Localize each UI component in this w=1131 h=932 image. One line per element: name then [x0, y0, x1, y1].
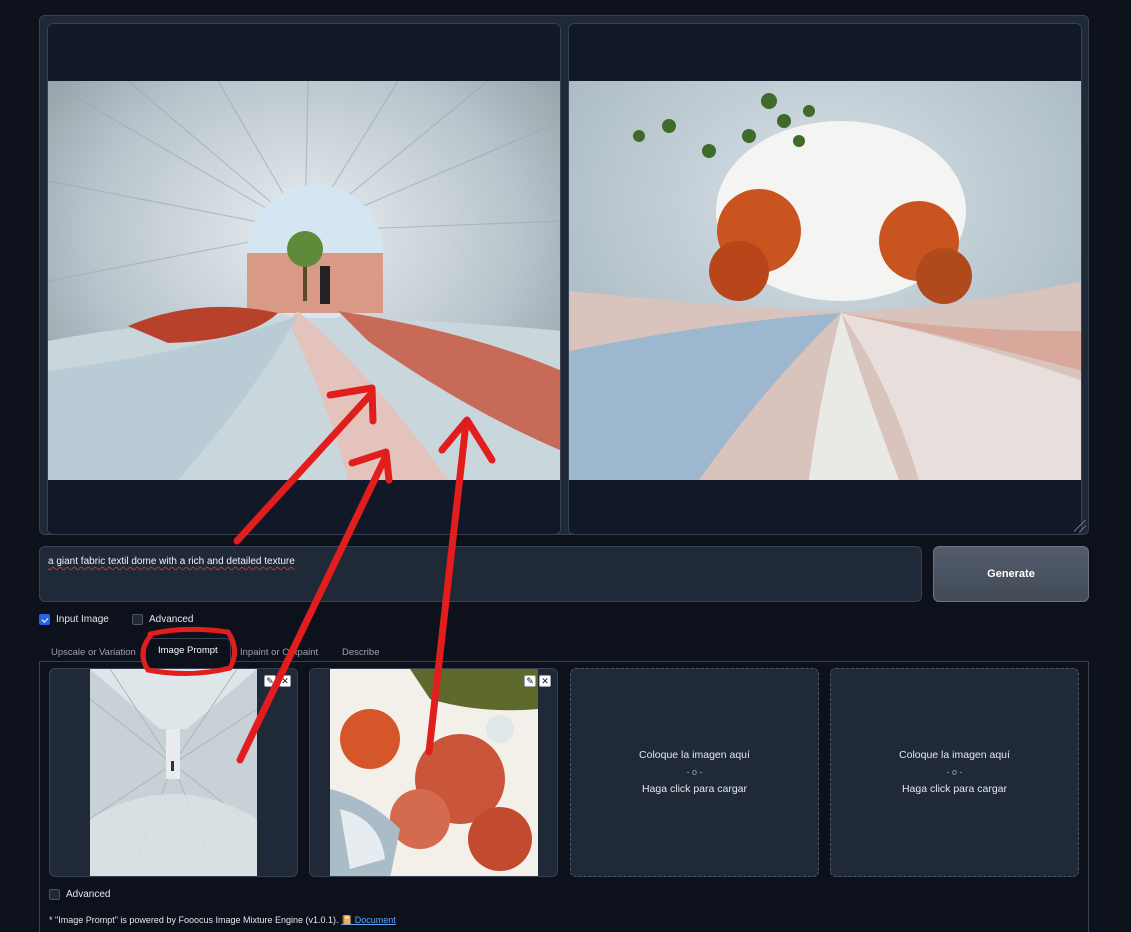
- gallery-item-1[interactable]: [47, 23, 561, 535]
- image-prompt-slot-1[interactable]: ✎ ✕: [49, 668, 298, 877]
- image-prompt-advanced-toggle[interactable]: Advanced: [49, 889, 110, 900]
- output-gallery: [39, 15, 1089, 535]
- image-prompt-advanced-checkbox[interactable]: [49, 889, 60, 900]
- upload-or-text: - o -: [946, 767, 963, 777]
- upload-or-text: - o -: [686, 767, 703, 777]
- image-prompt-slot-3[interactable]: Coloque la imagen aquí - o - Haga click …: [570, 668, 819, 877]
- input-tabs: Upscale or Variation Image Prompt Inpain…: [39, 638, 1089, 662]
- document-link[interactable]: 📔 Document: [341, 915, 396, 925]
- upload-click-text: Haga click para cargar: [641, 783, 748, 795]
- image-prompt-slot-4[interactable]: Coloque la imagen aquí - o - Haga click …: [830, 668, 1079, 877]
- fabric-dome-render-2: [569, 81, 1081, 480]
- advanced-label: Advanced: [149, 614, 194, 625]
- input-image-toggle[interactable]: Input Image: [39, 614, 109, 625]
- input-image-checkbox[interactable]: [39, 614, 50, 625]
- prompt-input[interactable]: a giant fabric textil dome with a rich a…: [39, 546, 922, 602]
- fooocus-app: a giant fabric textil dome with a rich a…: [0, 0, 1131, 932]
- pencil-icon[interactable]: ✎: [264, 675, 276, 687]
- slot-1-image: [89, 669, 258, 876]
- fabric-dome-render-1: [48, 81, 560, 480]
- upload-drop-text: Coloque la imagen aquí: [899, 749, 1010, 761]
- generate-button[interactable]: Generate: [933, 546, 1089, 602]
- image-prompt-footnote: * "Image Prompt" is powered by Fooocus I…: [49, 915, 396, 926]
- slot-2-controls: ✎ ✕: [524, 675, 551, 687]
- close-icon[interactable]: ✕: [539, 675, 551, 687]
- slot-1-controls: ✎ ✕: [264, 675, 291, 687]
- gallery-item-2[interactable]: [568, 23, 1082, 535]
- close-icon[interactable]: ✕: [279, 675, 291, 687]
- tab-upscale-or-variation[interactable]: Upscale or Variation: [51, 642, 136, 662]
- tab-inpaint-or-outpaint[interactable]: Inpaint or Outpaint: [240, 642, 318, 662]
- footnote-text: * "Image Prompt" is powered by Fooocus I…: [49, 915, 339, 925]
- advanced-checkbox[interactable]: [132, 614, 143, 625]
- pencil-icon[interactable]: ✎: [524, 675, 536, 687]
- input-image-label: Input Image: [56, 614, 109, 625]
- advanced-toggle[interactable]: Advanced: [132, 614, 193, 625]
- upload-drop-text: Coloque la imagen aquí: [639, 749, 750, 761]
- slot-2-image: [330, 669, 538, 876]
- resize-handle[interactable]: [1074, 520, 1086, 532]
- tab-describe[interactable]: Describe: [342, 642, 380, 662]
- prompt-text: a giant fabric textil dome with a rich a…: [48, 556, 295, 567]
- tab-image-prompt[interactable]: Image Prompt: [145, 638, 231, 662]
- image-prompt-slot-2[interactable]: ✎ ✕: [309, 668, 558, 877]
- image-prompt-advanced-label: Advanced: [66, 889, 111, 900]
- upload-click-text: Haga click para cargar: [901, 783, 1008, 795]
